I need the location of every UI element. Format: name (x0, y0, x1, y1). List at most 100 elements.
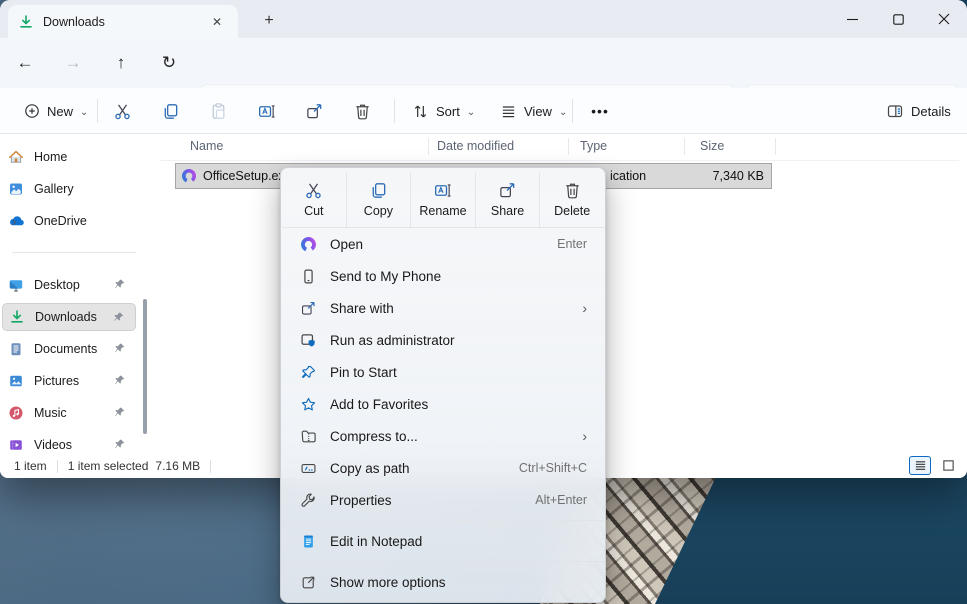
quick-rename-button[interactable]: Rename (410, 172, 475, 227)
tab-downloads[interactable]: Downloads ✕ (8, 5, 238, 38)
view-button[interactable]: View ⌄ (490, 95, 577, 127)
share-icon (299, 299, 317, 317)
menu-item-show-more-options[interactable]: Show more options (285, 566, 601, 598)
quick-share-button[interactable]: Share (475, 172, 540, 227)
pictures-icon (8, 373, 24, 389)
menu-item-pin-to-start[interactable]: Pin to Start (285, 356, 601, 388)
menu-item-edit-in-notepad[interactable]: Edit in Notepad (285, 525, 601, 557)
column-separator[interactable] (428, 138, 429, 155)
admin-shield-icon (299, 331, 317, 349)
view-label: View (524, 104, 552, 119)
sidebar-item-music[interactable]: Music (2, 399, 136, 427)
quick-cut-button[interactable]: Cut (282, 172, 346, 227)
documents-icon (8, 341, 24, 357)
cut-button[interactable] (100, 95, 144, 127)
sidebar-divider (12, 252, 136, 253)
copy-path-icon (299, 459, 317, 477)
quick-action-label: Rename (419, 204, 466, 218)
share-button[interactable] (292, 95, 336, 127)
sidebar-item-videos[interactable]: Videos (2, 431, 136, 454)
submenu-chevron-icon: › (582, 428, 587, 444)
sort-icon (412, 103, 429, 120)
navigation-bar: ← → ↑ ↻ › Downloads (0, 38, 967, 88)
menu-item-add-to-favorites[interactable]: Add to Favorites (285, 388, 601, 420)
menu-item-copy-as-path[interactable]: Copy as path Ctrl+Shift+C (285, 452, 601, 484)
notepad-icon (299, 532, 317, 550)
music-icon (8, 405, 24, 421)
sidebar-item-onedrive[interactable]: › OneDrive (2, 207, 136, 235)
column-header-type[interactable]: Type (580, 139, 607, 153)
sidebar-item-home[interactable]: Home (2, 143, 136, 171)
up-button[interactable]: ↑ (104, 50, 138, 76)
sort-label: Sort (436, 104, 460, 119)
sidebar-item-label: OneDrive (34, 214, 87, 228)
new-button[interactable]: New ⌄ (14, 95, 98, 127)
rename-button[interactable] (244, 95, 288, 127)
new-label: New (47, 104, 73, 119)
menu-item-run-as-administrator[interactable]: Run as administrator (285, 324, 601, 356)
close-icon (938, 13, 950, 25)
quick-copy-button[interactable]: Copy (346, 172, 411, 227)
office-icon (299, 235, 317, 253)
column-header-date-modified[interactable]: Date modified (437, 139, 514, 153)
menu-item-open[interactable]: Open Enter (285, 228, 601, 260)
pin-icon (113, 278, 126, 291)
sidebar-item-label: Videos (34, 438, 72, 452)
pin-icon (113, 342, 126, 355)
menu-item-send-to-my-phone[interactable]: Send to My Phone (285, 260, 601, 292)
paste-button[interactable] (196, 95, 240, 127)
pin-icon (113, 406, 126, 419)
sort-button[interactable]: Sort ⌄ (402, 95, 485, 127)
maximize-button[interactable] (875, 0, 921, 38)
new-tab-button[interactable]: + (256, 9, 282, 33)
expand-chevron-icon[interactable]: › (12, 214, 16, 229)
icons-view-icon (942, 459, 955, 472)
more-options-button[interactable]: ••• (580, 95, 620, 127)
copy-button[interactable] (148, 95, 192, 127)
close-button[interactable] (921, 0, 967, 38)
details-view-icon (914, 459, 927, 472)
back-button[interactable]: ← (8, 50, 42, 76)
gallery-icon (8, 181, 24, 197)
menu-item-share-with[interactable]: Share with › (285, 292, 601, 324)
sidebar-scrollbar[interactable] (143, 299, 147, 434)
sidebar-item-label: Gallery (34, 182, 74, 196)
menu-item-compress-to[interactable]: Compress to... › (285, 420, 601, 452)
column-header-size[interactable]: Size (700, 139, 724, 153)
tab-title: Downloads (43, 15, 197, 29)
chevron-down-icon: ⌄ (80, 107, 88, 118)
selection-size: 7.16 MB (155, 459, 200, 473)
sidebar-item-label: Documents (34, 342, 97, 356)
sidebar-item-pictures[interactable]: Pictures (2, 367, 136, 395)
menu-item-properties[interactable]: Properties Alt+Enter (285, 484, 601, 516)
column-separator[interactable] (684, 138, 685, 155)
desktop-icon (8, 277, 24, 293)
quick-action-label: Share (491, 204, 524, 218)
rename-icon (257, 102, 276, 121)
file-name: OfficeSetup.exe (203, 169, 292, 183)
minimize-button[interactable] (829, 0, 875, 38)
show-more-icon (299, 573, 317, 591)
sidebar-item-gallery[interactable]: Gallery (2, 175, 136, 203)
menu-divider (282, 561, 604, 562)
column-separator[interactable] (775, 138, 776, 155)
details-pane-button[interactable]: Details (876, 95, 961, 127)
chevron-down-icon: ⌄ (467, 107, 475, 118)
forward-button[interactable]: → (56, 50, 90, 76)
videos-icon (8, 437, 24, 453)
share-icon (305, 102, 324, 121)
office-file-icon (181, 168, 197, 184)
column-header-name[interactable]: Name (190, 139, 223, 153)
quick-delete-button[interactable]: Delete (539, 172, 604, 227)
sidebar-item-downloads[interactable]: Downloads (2, 303, 136, 331)
icons-view-toggle[interactable] (937, 456, 959, 475)
tab-close-button[interactable]: ✕ (206, 11, 228, 33)
quick-action-label: Delete (554, 204, 590, 218)
refresh-button[interactable]: ↻ (152, 50, 186, 76)
sidebar-item-desktop[interactable]: Desktop (2, 271, 136, 299)
chevron-down-icon: ⌄ (559, 107, 567, 118)
details-view-toggle[interactable] (909, 456, 931, 475)
column-separator[interactable] (568, 138, 569, 155)
delete-button[interactable] (340, 95, 384, 127)
sidebar-item-documents[interactable]: Documents (2, 335, 136, 363)
